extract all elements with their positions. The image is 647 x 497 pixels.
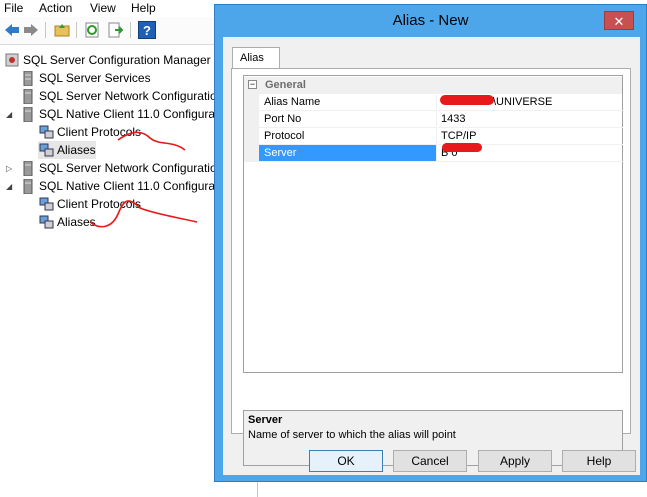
tree-item-network-config[interactable]: SQL Server Network Configuratio	[20, 87, 217, 105]
property-row-server[interactable]: Server B 0	[244, 145, 623, 162]
description-title: Server	[248, 414, 283, 426]
help-icon[interactable]: ?	[138, 21, 156, 39]
row-gutter	[244, 145, 259, 162]
tree-item-network-config-32[interactable]: SQL Server Network Configuratio	[20, 159, 217, 177]
tab-alias[interactable]: Alias	[232, 47, 280, 69]
apply-button[interactable]: Apply	[478, 450, 552, 472]
ok-button[interactable]: OK	[309, 450, 383, 472]
row-gutter	[244, 94, 259, 111]
tree-label: Client Protocols	[57, 197, 142, 211]
tree-item-native-client[interactable]: SQL Native Client 11.0 Configurat	[20, 105, 218, 123]
alias-name-value: \UNIVERSE	[493, 96, 553, 108]
redaction-mark	[440, 95, 494, 105]
menu-view[interactable]: View	[90, 1, 116, 15]
port-field[interactable]: 1433	[438, 111, 623, 128]
expand-arrow-icon[interactable]: ▷	[6, 164, 14, 173]
tree-item-aliases[interactable]: Aliases	[38, 141, 96, 159]
tree-label: SQL Server Network Configuratio	[39, 89, 217, 103]
back-arrow-icon[interactable]	[3, 21, 21, 39]
export-list-icon[interactable]	[106, 21, 124, 39]
tree-label: Aliases	[57, 215, 96, 229]
toolbar-separator	[45, 22, 46, 38]
tree-item-client-protocols[interactable]: Client Protocols	[38, 123, 141, 141]
protocol-icon	[38, 124, 54, 140]
config-manager-icon	[4, 52, 20, 68]
folder-up-icon[interactable]	[53, 21, 71, 39]
tree-item-aliases-32[interactable]: Aliases	[38, 213, 96, 231]
property-name: Alias Name	[259, 94, 437, 111]
tree-item-client-protocols-32[interactable]: Client Protocols	[38, 195, 141, 213]
tree-item-services[interactable]: SQL Server Services	[20, 69, 151, 87]
toolbar-separator	[76, 22, 77, 38]
tree-label: SQL Server Configuration Manager (L	[23, 53, 225, 67]
server-icon	[20, 88, 36, 104]
collapse-arrow-icon[interactable]: ◢	[6, 110, 14, 119]
tree-label: Client Protocols	[57, 125, 142, 139]
tree-label: Aliases	[57, 143, 96, 157]
alias-icon	[38, 142, 54, 158]
category-label: General	[265, 79, 306, 91]
menu-help[interactable]: Help	[131, 1, 156, 15]
property-row-port[interactable]: Port No 1433	[244, 111, 623, 128]
close-icon[interactable]: ✕	[604, 11, 634, 30]
tree-label: SQL Native Client 11.0 Configurat	[39, 107, 219, 121]
alias-new-dialog: Alias - New ✕ Alias − General Alias Name…	[214, 4, 647, 482]
tree-label: SQL Server Network Configuratio	[39, 161, 217, 175]
help-button[interactable]: Help	[562, 450, 636, 472]
menu-action[interactable]: Action	[39, 1, 72, 15]
property-row-alias-name[interactable]: Alias Name \UNIVERSE	[244, 94, 623, 111]
tab-panel: − General Alias Name \UNIVERSE Port No 1…	[231, 68, 631, 466]
tree-label: SQL Native Client 11.0 Configurat	[39, 179, 219, 193]
server-icon	[20, 106, 36, 122]
property-name: Port No	[259, 111, 437, 128]
tree-root[interactable]: SQL Server Configuration Manager (L	[4, 51, 225, 69]
server-icon	[20, 178, 36, 194]
tree-label: SQL Server Services	[39, 71, 151, 85]
refresh-icon[interactable]	[83, 21, 101, 39]
toolbar-separator	[130, 22, 131, 38]
row-gutter	[244, 128, 259, 145]
protocol-icon	[38, 196, 54, 212]
property-grid: − General Alias Name \UNIVERSE Port No 1…	[243, 75, 623, 373]
property-name: Protocol	[259, 128, 437, 145]
property-name: Server	[259, 145, 437, 162]
cancel-button[interactable]: Cancel	[393, 450, 467, 472]
menu-file[interactable]: File	[4, 1, 23, 15]
description-text: Name of server to which the alias will p…	[248, 429, 456, 441]
property-row-protocol[interactable]: Protocol TCP/IP	[244, 128, 623, 145]
collapse-arrow-icon[interactable]: ◢	[6, 182, 14, 191]
collapse-category-icon[interactable]: −	[248, 80, 257, 89]
tree-item-native-client-32[interactable]: SQL Native Client 11.0 Configurat	[20, 177, 218, 195]
redaction-mark	[442, 143, 482, 152]
forward-arrow-icon[interactable]	[22, 21, 40, 39]
dialog-title: Alias - New	[392, 12, 469, 29]
category-row: − General	[244, 77, 622, 94]
alias-icon	[38, 214, 54, 230]
server-icon	[20, 70, 36, 86]
row-gutter	[244, 111, 259, 128]
dialog-body: Alias − General Alias Name \UNIVERSE Por…	[223, 37, 640, 475]
server-icon	[20, 160, 36, 176]
